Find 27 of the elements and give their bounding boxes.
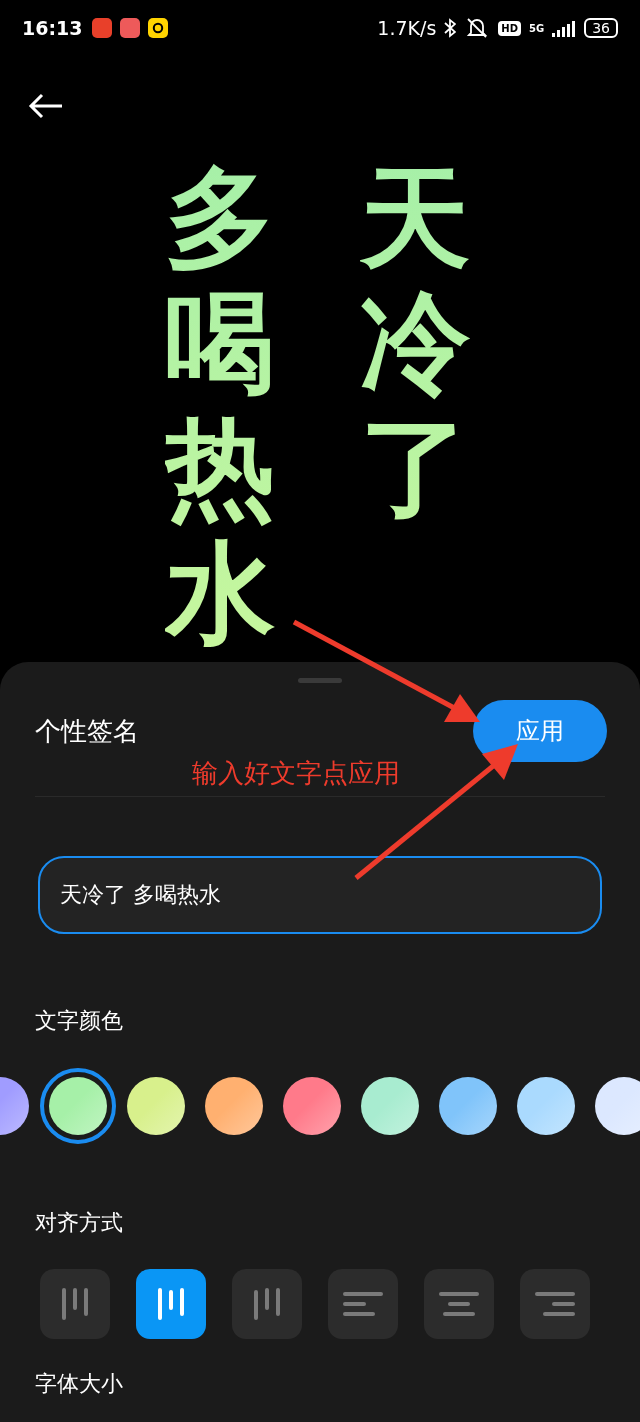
battery-indicator: 36 (584, 18, 618, 38)
app-icon (92, 18, 113, 38)
annotation-text: 输入好文字点应用 (192, 758, 400, 788)
app-icon (120, 18, 141, 38)
sheet-handle[interactable] (298, 678, 342, 683)
color-swatch[interactable] (361, 1077, 419, 1135)
bluetooth-icon (444, 18, 457, 38)
color-swatch[interactable] (517, 1077, 575, 1135)
signal-icon (552, 19, 577, 37)
network-type: 5G (529, 22, 545, 34)
color-swatch[interactable] (127, 1077, 185, 1135)
color-swatch[interactable] (595, 1077, 640, 1135)
hd-badge: HD (498, 20, 521, 36)
color-swatch[interactable] (283, 1077, 341, 1135)
section-label: 文字颜色 (35, 1007, 123, 1035)
status-time: 16:13 (22, 17, 83, 39)
color-swatch[interactable] (49, 1077, 107, 1135)
color-swatch[interactable] (439, 1077, 497, 1135)
app-icon (148, 18, 169, 38)
section-label: 对齐方式 (35, 1209, 123, 1237)
sheet-title: 个性签名 (35, 714, 139, 748)
back-icon[interactable] (28, 93, 64, 119)
section-label: 字体大小 (35, 1370, 123, 1398)
color-swatch[interactable] (205, 1077, 263, 1135)
network-speed: 1.7K/s (377, 17, 437, 39)
align-option[interactable] (136, 1269, 206, 1339)
signature-input[interactable]: 天冷了 多喝热水 (38, 856, 602, 934)
